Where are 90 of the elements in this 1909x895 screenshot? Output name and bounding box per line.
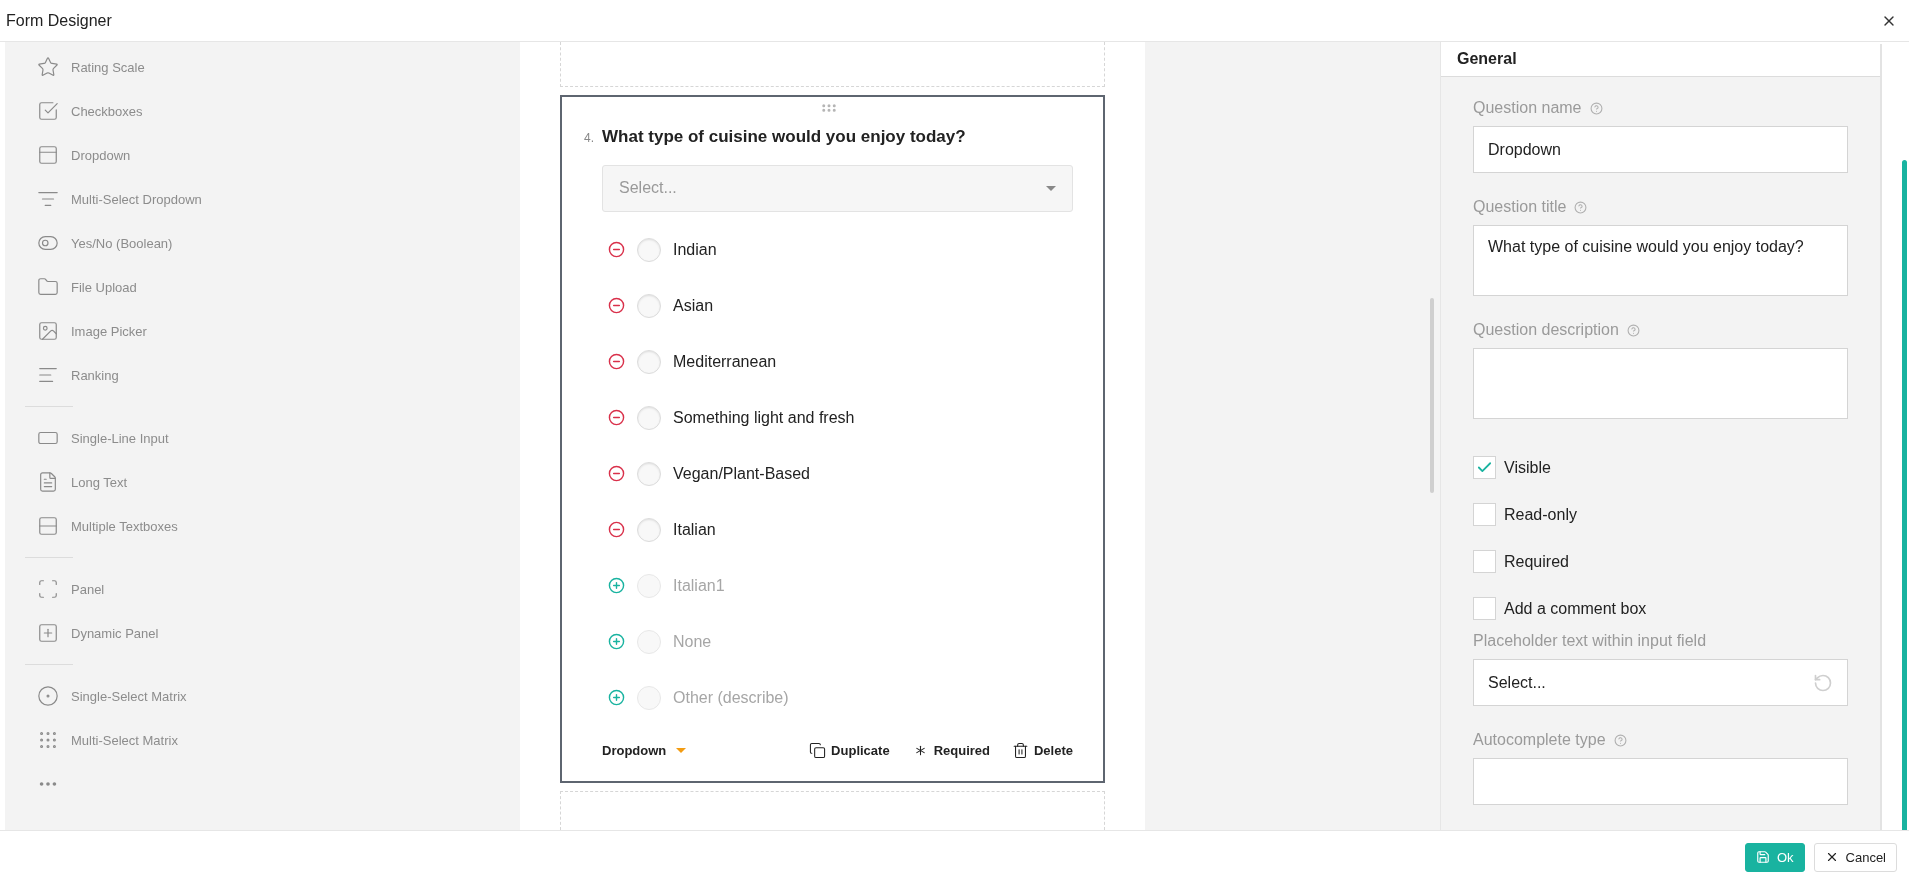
select-field[interactable]: Select... bbox=[602, 164, 1073, 212]
field-label: Question title bbox=[1473, 198, 1567, 216]
toolbox-item[interactable]: Single-Select Matrix bbox=[71, 688, 187, 704]
folder-icon[interactable] bbox=[37, 276, 59, 298]
toolbox-item[interactable]: Yes/No (Boolean) bbox=[71, 235, 173, 251]
option-label[interactable]: Indian bbox=[673, 240, 717, 259]
toolbox-item[interactable]: Ranking bbox=[71, 367, 119, 383]
text-area[interactable]: What type of cuisine would you enjoy today? bbox=[1473, 225, 1848, 296]
help-icon[interactable] bbox=[1589, 101, 1603, 115]
radio-button[interactable] bbox=[637, 405, 661, 430]
option-label[interactable]: None bbox=[673, 632, 712, 651]
help-icon[interactable] bbox=[1574, 200, 1588, 214]
text-field[interactable]: Dropdown bbox=[1473, 126, 1848, 173]
radio-button[interactable] bbox=[637, 461, 661, 486]
copy-icon bbox=[809, 742, 827, 759]
save-icon bbox=[1755, 850, 1770, 864]
text-field[interactable] bbox=[1473, 758, 1848, 805]
radio-button[interactable] bbox=[637, 517, 661, 542]
action-button[interactable]: Required bbox=[911, 742, 990, 759]
action-button[interactable]: Duplicate bbox=[809, 742, 890, 759]
text-area[interactable] bbox=[1473, 348, 1848, 419]
option-label[interactable]: Asian bbox=[673, 296, 714, 315]
option-label[interactable]: Mediterranean bbox=[673, 352, 777, 371]
add-icon[interactable] bbox=[608, 633, 625, 651]
toolbox-item[interactable]: Checkboxes bbox=[71, 103, 143, 119]
checkbox[interactable] bbox=[1473, 503, 1496, 526]
toolbox-item[interactable]: Rating Scale bbox=[71, 59, 145, 75]
checkbox-icon[interactable] bbox=[37, 100, 59, 122]
toolbox-item[interactable]: Dynamic Panel bbox=[71, 625, 159, 641]
cancel-button[interactable]: Cancel bbox=[1813, 842, 1897, 872]
question-title: What type of cuisine would you enjoy today? bbox=[602, 126, 966, 147]
question-type-button[interactable]: Dropdown bbox=[602, 743, 687, 758]
add-icon[interactable] bbox=[608, 689, 625, 707]
checkbox-label: Visible bbox=[1504, 458, 1551, 477]
image-icon[interactable] bbox=[37, 320, 59, 342]
toolbox-item[interactable]: Dropdown bbox=[71, 147, 131, 163]
add-icon[interactable] bbox=[608, 577, 625, 595]
radio-button[interactable] bbox=[637, 237, 661, 262]
toolbox-item[interactable]: File Upload bbox=[71, 279, 137, 295]
checkbox[interactable] bbox=[1473, 597, 1496, 620]
field-label: Autocomplete type bbox=[1473, 731, 1606, 749]
option-label[interactable]: Vegan/Plant-Based bbox=[673, 464, 810, 483]
ok-button[interactable]: Ok bbox=[1744, 842, 1805, 872]
dashed-frame-icon[interactable] bbox=[37, 578, 59, 600]
option-label[interactable]: Something light and fresh bbox=[673, 408, 855, 427]
checkbox-label: Read-only bbox=[1504, 505, 1577, 524]
remove-icon[interactable] bbox=[608, 297, 625, 315]
option-label[interactable]: Other (describe) bbox=[673, 688, 789, 707]
general-tab[interactable]: General bbox=[1441, 42, 1880, 77]
remove-icon[interactable] bbox=[608, 521, 625, 539]
toolbox-item[interactable]: Multiple Textboxes bbox=[71, 518, 178, 534]
dots-grid-icon[interactable] bbox=[37, 729, 59, 751]
scrollbar[interactable] bbox=[1430, 298, 1434, 493]
dropdown-icon[interactable] bbox=[37, 144, 59, 166]
toolbox-item[interactable]: Image Picker bbox=[71, 323, 147, 339]
field-label: Placeholder text within input field bbox=[1473, 632, 1707, 650]
radio-button[interactable] bbox=[637, 349, 661, 374]
trash-icon bbox=[1011, 742, 1029, 759]
window-title: Form Designer bbox=[6, 11, 112, 30]
option-label[interactable]: Italian bbox=[673, 520, 716, 539]
remove-icon[interactable] bbox=[608, 409, 625, 427]
option-label[interactable]: Italian1 bbox=[673, 576, 725, 595]
question-number: 4. bbox=[584, 130, 594, 145]
remove-icon[interactable] bbox=[608, 353, 625, 371]
caret-icon bbox=[1046, 185, 1056, 191]
checkbox-label: Add a comment box bbox=[1504, 599, 1647, 618]
toolbox-item[interactable]: Panel bbox=[71, 581, 105, 597]
text-field[interactable]: Select... bbox=[1473, 659, 1848, 706]
remove-icon[interactable] bbox=[608, 241, 625, 259]
toolbox-item[interactable]: Multi-Select Dropdown bbox=[71, 191, 202, 207]
field-label: Question name bbox=[1473, 99, 1582, 117]
reset-icon[interactable] bbox=[1813, 672, 1833, 693]
radio-icon[interactable] bbox=[37, 685, 59, 707]
toolbox-item[interactable]: Multi-Select Matrix bbox=[71, 732, 178, 748]
help-icon[interactable] bbox=[1626, 323, 1640, 337]
plus-square-icon[interactable] bbox=[37, 622, 59, 644]
help-icon[interactable] bbox=[1613, 733, 1627, 747]
scrollbar[interactable] bbox=[1902, 160, 1907, 830]
star-icon[interactable] bbox=[37, 56, 59, 78]
action-button[interactable]: Delete bbox=[1011, 742, 1073, 759]
checkbox[interactable] bbox=[1473, 456, 1496, 479]
document-icon[interactable] bbox=[37, 471, 59, 493]
field-label: Question description bbox=[1473, 321, 1619, 339]
radio-button[interactable] bbox=[637, 293, 661, 318]
toolbox-item[interactable]: Long Text bbox=[71, 474, 128, 490]
rows-icon[interactable] bbox=[37, 515, 59, 537]
checkbox-label: Required bbox=[1504, 552, 1569, 571]
remove-icon[interactable] bbox=[608, 465, 625, 483]
checkbox[interactable] bbox=[1473, 550, 1496, 573]
toolbox-item[interactable]: Single-Line Input bbox=[71, 430, 169, 446]
